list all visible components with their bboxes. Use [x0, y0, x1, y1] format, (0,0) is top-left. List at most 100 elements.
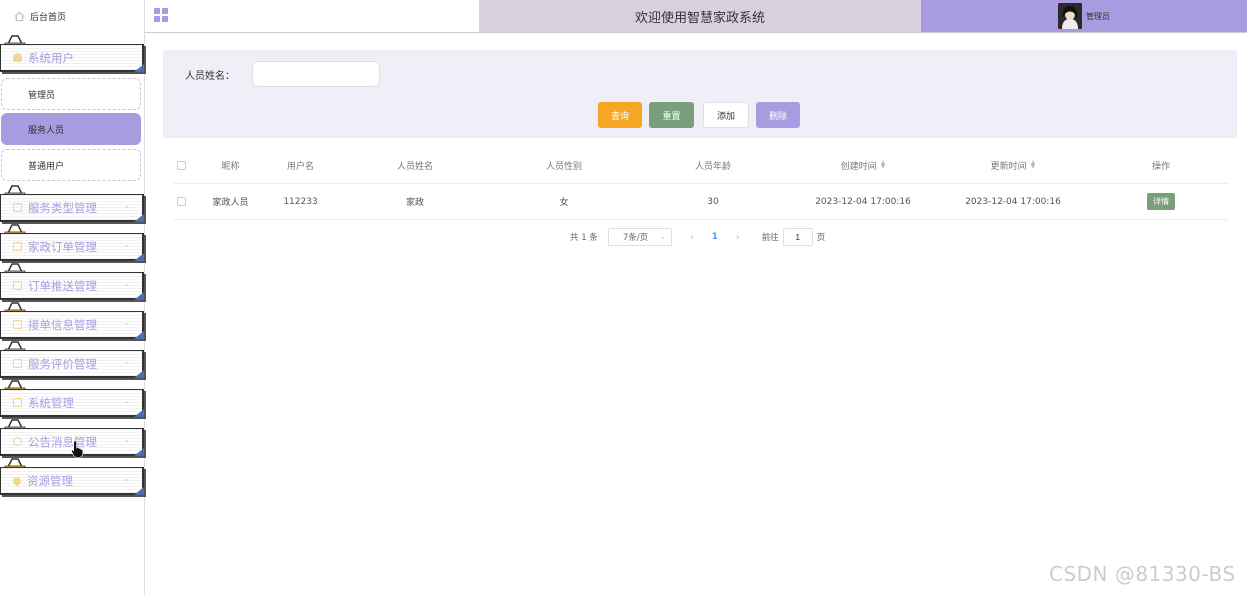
- menu-group-label: 接单信息管理: [28, 317, 97, 332]
- column-header-sortable[interactable]: 更新时间 ▲ ▼: [953, 147, 1073, 183]
- menu-group-label: 系统用户: [28, 50, 74, 65]
- menu-group-service-type[interactable]: 服务类型管理 ⌄: [0, 194, 144, 222]
- home-link[interactable]: 后台首页: [0, 0, 145, 33]
- chevron-down-icon: ⌄: [123, 474, 130, 483]
- query-button[interactable]: 查询: [598, 102, 642, 128]
- welcome-banner: 欢迎使用智慧家政系统: [479, 0, 921, 32]
- page-size-value: 7条/页: [622, 233, 649, 243]
- menu-group-accept-info[interactable]: 接单信息管理 ⌄: [0, 311, 144, 339]
- menu-group-label: 公告消息管理: [28, 434, 97, 449]
- menu-group-label: 资源管理: [27, 473, 73, 488]
- page: 后台首页 欢迎使用智慧家政系统 管理员 系统用户 管理员 服务人员 普通用户 服…: [0, 0, 1247, 595]
- prev-page-icon[interactable]: ‹: [690, 232, 694, 243]
- user-label: 管理员: [1086, 11, 1110, 21]
- welcome-text: 欢迎使用智慧家政系统: [634, 10, 765, 26]
- cell-username: 112233: [283, 196, 318, 207]
- menu-group-system-users[interactable]: 系统用户: [0, 44, 144, 72]
- data-table: 昵称 用户名 人员姓名 人员性别 人员年龄 创建时间 ▲ ▼ 更新时间 ▲ ▼ 操作 家…: [173, 147, 1228, 220]
- corner-fold: [134, 331, 144, 339]
- reset-button[interactable]: 重置: [649, 102, 694, 128]
- menu-group-system-manage[interactable]: 系统管理 ⌄: [0, 389, 144, 417]
- cell-name: 家政: [405, 198, 424, 208]
- user-icon: [13, 53, 22, 62]
- doc-icon: [13, 203, 22, 212]
- table-header-row: 昵称 用户名 人员姓名 人员性别 人员年龄 创建时间 ▲ ▼ 更新时间 ▲ ▼ 操作: [173, 147, 1228, 184]
- sidebar-item-label: 普通用户: [28, 161, 65, 172]
- chevron-down-icon: ⌄: [659, 233, 666, 241]
- column-header: 人员年龄: [694, 161, 731, 172]
- watermark: CSDN @81330-BS: [1049, 562, 1236, 586]
- chevron-down-icon: ⌄: [123, 240, 130, 249]
- user-menu[interactable]: 管理员: [921, 0, 1247, 32]
- corner-fold: [134, 292, 144, 300]
- search-label: 人员姓名：: [185, 71, 235, 82]
- row-checkbox[interactable]: [176, 197, 186, 206]
- menu-group-label: 服务评价管理: [28, 356, 97, 371]
- column-header: 用户名: [286, 161, 314, 172]
- corner-fold: [134, 487, 144, 495]
- cell-nickname: 家政人员: [212, 198, 249, 208]
- row-select-cell: [173, 184, 189, 219]
- corner-fold: [134, 214, 144, 222]
- cell-created: 2023-12-04 17:00:16: [815, 196, 911, 207]
- select-all-checkbox[interactable]: [176, 160, 186, 170]
- chevron-down-icon: ⌄: [123, 357, 130, 366]
- corner-fold: [134, 253, 144, 261]
- detail-button[interactable]: 详情: [1147, 193, 1175, 210]
- corner-fold: [134, 64, 144, 72]
- top-bar: 后台首页 欢迎使用智慧家政系统 管理员: [0, 0, 1247, 33]
- doc-icon: [13, 281, 22, 290]
- sidebar-item-normal-user[interactable]: 普通用户: [1, 149, 141, 181]
- delete-button[interactable]: 删除: [756, 102, 800, 128]
- column-header: 人员姓名: [396, 161, 433, 172]
- column-header: 昵称: [221, 161, 240, 172]
- column-header-sortable[interactable]: 创建时间 ▲ ▼: [803, 147, 923, 183]
- hand-cursor-icon: [71, 440, 83, 458]
- table-row: 家政人员 112233 家政 女 30 2023-12-04 17:00:16 …: [173, 184, 1228, 220]
- menu-group-service-review[interactable]: 服务评价管理 ⌄: [0, 350, 144, 378]
- home-label: 后台首页: [30, 13, 67, 23]
- sort-icon[interactable]: ▲ ▼: [881, 160, 886, 170]
- chevron-down-icon: ⌄: [123, 279, 130, 288]
- corner-fold: [134, 409, 144, 417]
- sidebar-item-service-staff[interactable]: 服务人员: [1, 113, 141, 145]
- location-icon: [11, 474, 23, 487]
- name-search-input[interactable]: [252, 61, 380, 87]
- column-header-label: 创建时间: [840, 161, 877, 172]
- home-icon: [14, 11, 25, 22]
- chevron-down-icon: ⌄: [123, 435, 130, 444]
- menu-group-order-push[interactable]: 订单推送管理 ⌄: [0, 272, 144, 300]
- column-header-label: 更新时间: [990, 161, 1027, 172]
- menu-group-orders[interactable]: 家政订单管理 ⌄: [0, 233, 144, 261]
- menu-group-label: 系统管理: [28, 395, 74, 410]
- page-size-select[interactable]: 7条/页 ⌄: [607, 228, 672, 246]
- sidebar-item-admin[interactable]: 管理员: [1, 78, 141, 110]
- corner-fold: [134, 448, 144, 456]
- sidebar-item-label: 服务人员: [28, 125, 65, 136]
- chevron-down-icon: ⌄: [123, 318, 130, 327]
- sidebar: 系统用户 管理员 服务人员 普通用户 服务类型管理 ⌄ 家政订单管理 ⌄ 订单推…: [0, 33, 145, 595]
- settings-icon: [13, 398, 22, 407]
- search-panel: 人员姓名： 查询 重置 添加 删除: [163, 50, 1237, 138]
- goto-page-input[interactable]: [782, 228, 813, 246]
- goto-label: 前往: [761, 233, 779, 243]
- column-header: 人员性别: [545, 161, 582, 172]
- menu-grid-icon[interactable]: [153, 7, 169, 23]
- next-page-icon[interactable]: ›: [736, 232, 740, 243]
- doc-icon: [13, 242, 22, 251]
- sort-icon[interactable]: ▲ ▼: [1031, 160, 1036, 170]
- chevron-down-icon: ⌄: [123, 201, 130, 210]
- doc-icon: [13, 359, 22, 368]
- pagination-total: 共 1 条: [570, 233, 598, 243]
- cell-age: 30: [707, 196, 719, 207]
- avatar[interactable]: [1058, 3, 1082, 29]
- menu-group-label: 订单推送管理: [28, 278, 97, 293]
- add-button[interactable]: 添加: [703, 102, 749, 128]
- column-header: 操作: [1151, 161, 1170, 172]
- pagination: 共 1 条 7条/页 ⌄ ‹ 1 › 前往 页: [570, 227, 825, 247]
- menu-group-label: 服务类型管理: [28, 200, 97, 215]
- select-all-cell: [173, 147, 189, 183]
- menu-group-resources[interactable]: 资源管理 ⌄: [0, 467, 144, 495]
- corner-fold: [134, 370, 144, 378]
- current-page[interactable]: 1: [712, 232, 718, 242]
